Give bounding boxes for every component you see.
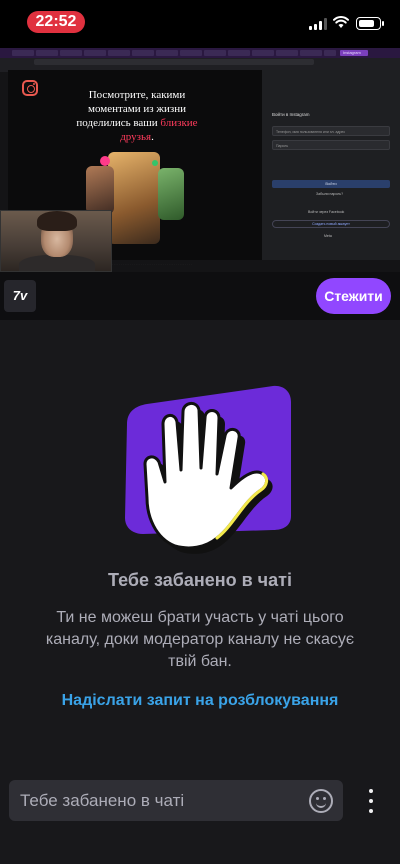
more-options-icon[interactable] — [364, 788, 378, 814]
login-button: Войти — [272, 180, 390, 188]
meta-label: Meta — [324, 234, 332, 238]
browser-tab-active: Instagram — [340, 50, 368, 56]
create-account-button: Создать новый аккаунт — [272, 220, 390, 228]
emoji-icon[interactable] — [309, 789, 333, 813]
channel-logo[interactable]: 7ᴠ — [4, 280, 36, 312]
login-title: Войти в Instagram — [272, 112, 310, 117]
channel-bar: 7ᴠ Стежити — [0, 272, 400, 320]
battery-level — [358, 19, 374, 27]
login-username-field: Телефон, имя пользователя или эл. адрес — [272, 126, 390, 136]
instagram-headline: Посмотрите, какими моментами из жизни по… — [76, 89, 198, 143]
video-player[interactable]: Instagram Посмотрите, какими моментами и… — [0, 48, 400, 272]
wifi-icon — [333, 15, 349, 28]
instagram-footer: · · · · · · · · · · · · · · · · · · · · … — [110, 262, 192, 266]
browser-address-bar — [0, 58, 400, 66]
battery-icon — [356, 17, 384, 30]
unban-request-link[interactable]: Надіслати запит на розблокування — [0, 692, 400, 710]
follow-button[interactable]: Стежити — [316, 278, 391, 314]
chat-input[interactable] — [9, 780, 343, 821]
streamer-webcam — [0, 210, 112, 272]
status-time[interactable]: 22:52 — [27, 11, 85, 33]
instagram-logo-icon — [22, 80, 38, 96]
login-password-field: Пароль — [272, 140, 390, 150]
instagram-login-panel: Войти в Instagram Телефон, имя пользоват… — [262, 70, 400, 260]
banned-description: Ти не можеш брати участь у чаті цього ка… — [45, 609, 355, 670]
facebook-login-link: Войти через Facebook — [308, 210, 345, 214]
forgot-password-link: Забыли пароль? — [316, 192, 344, 196]
chat-input-area — [0, 770, 400, 864]
banned-title: Тебе забанено в чаті — [108, 570, 292, 590]
cellular-signal-icon — [309, 18, 327, 30]
browser-tab-strip: Instagram — [0, 48, 400, 58]
status-bar: 22:52 — [0, 0, 400, 48]
raised-hand-ban-illustration — [125, 385, 291, 554]
